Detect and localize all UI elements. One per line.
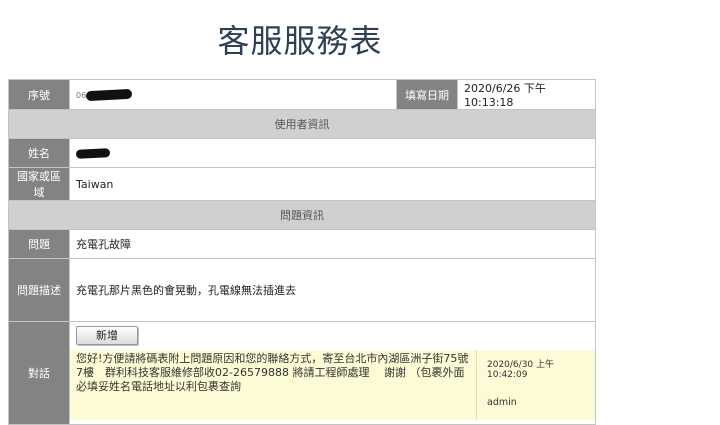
date-label: 填寫日期 — [396, 79, 458, 110]
redaction-mark — [85, 88, 133, 102]
user-section-header: 使用者資訊 — [8, 109, 596, 139]
service-form: 序號 06 填寫日期 2020/6/26 下午10:13:18 使用者資訊 姓名… — [8, 79, 596, 425]
description-label: 問題描述 — [8, 258, 70, 322]
serial-prefix: 06 — [76, 91, 87, 100]
date-value: 2020/6/26 下午10:13:18 — [457, 79, 596, 110]
message-author: admin — [487, 397, 517, 408]
country-value: Taiwan — [69, 167, 596, 201]
name-label: 姓名 — [8, 138, 70, 168]
description-value: 充電孔那片黑色的會晃動，孔電線無法插進去 — [69, 258, 596, 322]
conversation-panel: 新增 您好!方便請將碼表附上問題原因和您的聯絡方式，寄至台北市內湖區洲子街75號… — [69, 321, 596, 425]
country-label: 國家或區域 — [8, 167, 70, 201]
message-time: 2020/6/30 上午10:42:09 — [487, 360, 555, 380]
issue-value: 充電孔故障 — [69, 229, 596, 259]
issue-section-header: 問題資訊 — [8, 200, 596, 230]
message-item: 您好!方便請將碼表附上問題原因和您的聯絡方式，寄至台北市內湖區洲子街75號7樓 … — [70, 350, 595, 420]
conversation-label: 對話 — [8, 321, 70, 425]
serial-value: 06 — [69, 79, 397, 110]
add-button[interactable]: 新增 — [76, 326, 138, 345]
page-title: 客服服務表 — [217, 22, 383, 60]
serial-label: 序號 — [8, 79, 70, 110]
message-text: 您好!方便請將碼表附上問題原因和您的聯絡方式，寄至台北市內湖區洲子街75號7樓 … — [70, 350, 477, 420]
name-value — [69, 138, 596, 168]
message-meta: 2020/6/30 上午10:42:09 admin — [477, 350, 595, 420]
issue-label: 問題 — [8, 229, 70, 259]
redaction-mark — [75, 148, 111, 159]
